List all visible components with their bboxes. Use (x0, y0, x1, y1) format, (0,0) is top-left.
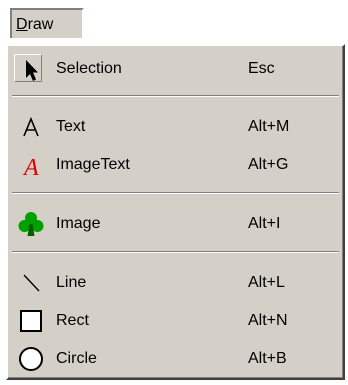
menu-separator (12, 192, 339, 194)
menu-item-shortcut: Esc (248, 60, 275, 77)
menu-item-selection[interactable]: Selection Esc (10, 50, 340, 88)
menu-item-label: Line (56, 274, 87, 291)
draw-menu-label: raw (27, 16, 54, 33)
menu-item-circle[interactable]: Circle Alt+B (10, 340, 340, 378)
svg-text:A: A (22, 155, 39, 180)
menu-item-label: Selection (56, 60, 122, 77)
menu-item-rect[interactable]: Rect Alt+N (10, 302, 340, 340)
menu-item-shortcut: Alt+G (248, 156, 289, 173)
text-a-icon (16, 112, 46, 142)
menu-separator (12, 251, 339, 253)
menu-item-line[interactable]: Line Alt+L (10, 264, 340, 302)
draw-menu-mnemonic: D (16, 16, 28, 33)
draw-menu[interactable]: Draw (10, 8, 84, 38)
square-outline-icon (16, 306, 46, 336)
diagonal-line-icon (16, 268, 46, 298)
menu-item-shortcut: Alt+M (248, 118, 290, 135)
menu-item-label: Rect (56, 312, 89, 329)
menu-item-shortcut: Alt+L (248, 274, 285, 291)
menu-item-label: Circle (56, 350, 97, 367)
menu-item-imagetext[interactable]: A ImageText Alt+G (10, 146, 340, 184)
green-club-icon (16, 209, 46, 239)
menu-item-label: Image (56, 215, 101, 232)
menu-item-shortcut: Alt+B (248, 350, 287, 367)
circle-outline-icon (16, 344, 46, 374)
arrow-cursor-icon (16, 54, 46, 84)
menu-bar: Draw (0, 0, 348, 46)
menu-item-shortcut: Alt+N (248, 312, 288, 329)
menu-item-label: Text (56, 118, 86, 135)
italic-red-a-icon: A (16, 150, 46, 181)
menu-separator (12, 95, 339, 97)
draw-dropdown-menu: Selection Esc Text Alt+M A ImageText Alt… (6, 44, 345, 380)
menu-item-image[interactable]: Image Alt+I (10, 205, 340, 243)
menu-item-text[interactable]: Text Alt+M (10, 108, 340, 146)
menu-item-shortcut: Alt+I (248, 215, 281, 232)
menu-item-label: ImageText (56, 156, 130, 173)
